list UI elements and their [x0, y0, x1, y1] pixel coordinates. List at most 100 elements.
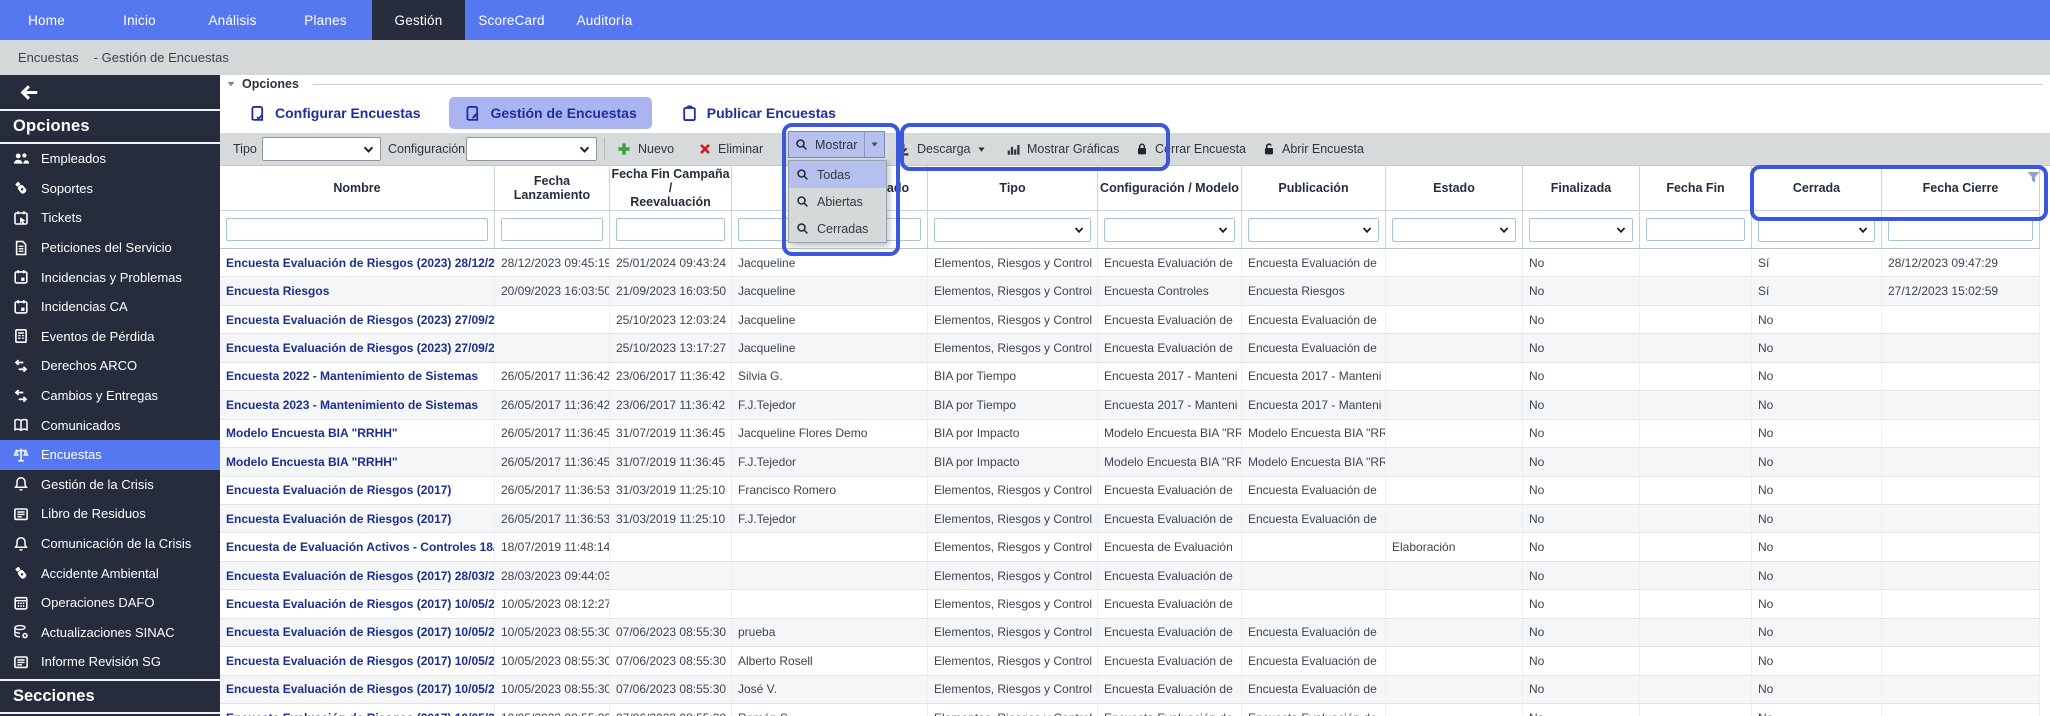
tab-publicar-encuestas[interactable]: Publicar Encuestas [666, 97, 851, 129]
nav-tab-inicio[interactable]: Inicio [93, 0, 186, 40]
collapse-triangle-icon[interactable] [226, 79, 236, 89]
table-row[interactable]: Encuesta Evaluación de Riesgos (2017) 10… [220, 676, 2040, 704]
column-header-cerrada[interactable]: Cerrada [1752, 166, 1882, 211]
filter-select-cerrada[interactable] [1758, 218, 1875, 242]
cerrar-encuesta-button[interactable]: Cerrar Encuesta [1135, 133, 1246, 165]
filter-input-fecha-fin-campana-reevaluacion[interactable] [616, 218, 725, 241]
nav-tab-auditoria[interactable]: Auditoría [558, 0, 651, 40]
mostrar-graficas-button[interactable]: Mostrar Gráficas [1006, 133, 1119, 165]
sidebar-item-actualizaciones-sinac[interactable]: Actualizaciones SINAC [0, 618, 220, 648]
table-row[interactable]: Encuesta 2023 - Mantenimiento de Sistema… [220, 391, 2040, 419]
sidebar-item-incidencias-y-problemas[interactable]: Incidencias y Problemas [0, 262, 220, 292]
mostrar-dropdown-button[interactable]: Mostrar [788, 131, 885, 158]
table-row[interactable]: Encuesta de Evaluación Activos - Control… [220, 533, 2040, 561]
survey-name-link[interactable]: Modelo Encuesta BIA "RRHH" [220, 448, 495, 475]
nav-tab-analisis[interactable]: Análisis [186, 0, 279, 40]
survey-name-link[interactable]: Encuesta Evaluación de Riesgos (2017) 28… [220, 562, 495, 589]
sidebar-item-eventos-de-perdida[interactable]: Eventos de Pérdida [0, 322, 220, 352]
filter-select-finalizada[interactable] [1529, 218, 1633, 242]
table-row[interactable]: Encuesta Evaluación de Riesgos (2017) 10… [220, 590, 2040, 618]
mostrar-menu-item-abiertas[interactable]: Abiertas [789, 188, 886, 215]
table-row[interactable]: Modelo Encuesta BIA "RRHH"26/05/2017 11:… [220, 420, 2040, 448]
table-row[interactable]: Encuesta Evaluación de Riesgos (2023) 27… [220, 334, 2040, 362]
nav-tab-home[interactable]: Home [0, 0, 93, 40]
sidebar-item-peticiones-del-servicio[interactable]: Peticiones del Servicio [0, 233, 220, 263]
filter-funnel-icon[interactable] [2026, 170, 2041, 185]
sidebar-item-cambios-y-entregas[interactable]: Cambios y Entregas [0, 381, 220, 411]
sidebar-item-accidente-ambiental[interactable]: Accidente Ambiental [0, 558, 220, 588]
mostrar-menu-item-todas[interactable]: Todas [789, 161, 886, 188]
survey-name-link[interactable]: Encuesta Evaluación de Riesgos (2023) 27… [220, 306, 495, 333]
table-row[interactable]: Encuesta Riesgos20/09/2023 16:03:5021/09… [220, 277, 2040, 305]
table-row[interactable]: Encuesta Evaluación de Riesgos (2017) 10… [220, 647, 2040, 675]
column-header-estado[interactable]: Estado [1386, 166, 1523, 211]
sidebar-item-libro-de-residuos[interactable]: Libro de Residuos [0, 499, 220, 529]
column-header-finalizada[interactable]: Finalizada [1523, 166, 1640, 211]
survey-name-link[interactable]: Encuesta Evaluación de Riesgos (2017) 10… [220, 619, 495, 646]
filter-input-fecha-fin[interactable] [1646, 218, 1745, 241]
sidebar-item-gestion-de-la-crisis[interactable]: Gestión de la Crisis [0, 470, 220, 500]
table-row[interactable]: Encuesta Evaluación de Riesgos (2017) 10… [220, 619, 2040, 647]
nav-tab-gestion[interactable]: Gestión [372, 0, 465, 40]
filter-select-configuracion-modelo[interactable] [1104, 218, 1235, 242]
sidebar-item-derechos-arco[interactable]: Derechos ARCO [0, 351, 220, 381]
table-row[interactable]: Encuesta Evaluación de Riesgos (2017)26/… [220, 477, 2040, 505]
nuevo-button[interactable]: Nuevo [616, 133, 674, 165]
table-row[interactable]: Encuesta Evaluación de Riesgos (2023) 28… [220, 249, 2040, 277]
tipo-select[interactable] [262, 137, 381, 161]
nav-tab-planes[interactable]: Planes [279, 0, 372, 40]
column-header-fecha-fin[interactable]: Fecha Fin [1640, 166, 1752, 211]
survey-name-link[interactable]: Encuesta 2022 - Mantenimiento de Sistema… [220, 363, 495, 390]
table-row[interactable]: Encuesta Evaluación de Riesgos (2023) 27… [220, 306, 2040, 334]
survey-name-link[interactable]: Modelo Encuesta BIA "RRHH" [220, 420, 495, 447]
sidebar-item-encuestas[interactable]: Encuestas [0, 440, 220, 470]
filter-input-nombre[interactable] [226, 218, 488, 241]
cell-estado [1386, 420, 1523, 447]
sidebar-item-comunicados[interactable]: Comunicados [0, 410, 220, 440]
filter-input-fecha-cierre[interactable] [1888, 218, 2033, 241]
abrir-encuesta-button[interactable]: Abrir Encuesta [1262, 133, 1364, 165]
survey-name-link[interactable]: Encuesta Evaluación de Riesgos (2017) 10… [220, 647, 495, 674]
sidebar-item-tickets[interactable]: Tickets [0, 203, 220, 233]
survey-name-link[interactable]: Encuesta 2023 - Mantenimiento de Sistema… [220, 391, 495, 418]
survey-name-link[interactable]: Encuesta Evaluación de Riesgos (2017) 10… [220, 704, 495, 716]
sidebar-item-informe-revision-sg[interactable]: Informe Revisión SG [0, 647, 220, 677]
filter-input-fecha-lanzamiento[interactable] [501, 218, 603, 241]
column-header-configuracion-modelo[interactable]: Configuración / Modelo [1098, 166, 1242, 211]
sidebar-item-empleados[interactable]: Empleados [0, 144, 220, 174]
survey-name-link[interactable]: Encuesta Riesgos [220, 277, 495, 304]
table-row[interactable]: Encuesta Evaluación de Riesgos (2017)26/… [220, 505, 2040, 533]
sidebar-item-incidencias-ca[interactable]: Incidencias CA [0, 292, 220, 322]
table-row[interactable]: Encuesta Evaluación de Riesgos (2017) 28… [220, 562, 2040, 590]
column-header-fecha-fin-campana-reevaluacion[interactable]: Fecha Fin Campaña / Reevaluación [610, 166, 732, 211]
tab-configurar-encuestas[interactable]: Configurar Encuestas [234, 97, 435, 129]
table-row[interactable]: Encuesta Evaluación de Riesgos (2017) 10… [220, 704, 2040, 716]
filter-select-publicacion[interactable] [1248, 218, 1379, 242]
column-header-tipo[interactable]: Tipo [928, 166, 1098, 211]
survey-name-link[interactable]: Encuesta Evaluación de Riesgos (2017) [220, 505, 495, 532]
column-header-fecha-lanzamiento[interactable]: Fecha Lanzamiento [495, 166, 610, 211]
survey-name-link[interactable]: Encuesta de Evaluación Activos - Control… [220, 533, 495, 560]
survey-name-link[interactable]: Encuesta Evaluación de Riesgos (2023) 27… [220, 334, 495, 361]
nav-tab-scorecard[interactable]: ScoreCard [465, 0, 558, 40]
survey-name-link[interactable]: Encuesta Evaluación de Riesgos (2017) 10… [220, 590, 495, 617]
sidebar-collapse-button[interactable] [0, 75, 220, 111]
sidebar-item-soportes[interactable]: Soportes [0, 174, 220, 204]
sidebar-item-operaciones-dafo[interactable]: Operaciones DAFO [0, 588, 220, 618]
configuracion-select[interactable] [466, 137, 597, 161]
table-row[interactable]: Encuesta 2022 - Mantenimiento de Sistema… [220, 363, 2040, 391]
column-header-publicacion[interactable]: Publicación [1242, 166, 1386, 211]
survey-name-link[interactable]: Encuesta Evaluación de Riesgos (2017) [220, 477, 495, 504]
column-header-nombre[interactable]: Nombre [220, 166, 495, 211]
survey-name-link[interactable]: Encuesta Evaluación de Riesgos (2023) 28… [220, 249, 495, 276]
table-row[interactable]: Modelo Encuesta BIA "RRHH"26/05/2017 11:… [220, 448, 2040, 476]
filter-select-tipo[interactable] [934, 218, 1091, 242]
mostrar-menu-item-cerradas[interactable]: Cerradas [789, 215, 886, 242]
descarga-button[interactable]: Descarga [896, 133, 986, 165]
eliminar-button[interactable]: Eliminar [698, 133, 763, 165]
survey-name-link[interactable]: Encuesta Evaluación de Riesgos (2017) 10… [220, 676, 495, 703]
column-header-fecha-cierre[interactable]: Fecha Cierre [1882, 166, 2040, 211]
sidebar-item-comunicacion-de-la-crisis[interactable]: Comunicación de la Crisis [0, 529, 220, 559]
filter-select-estado[interactable] [1392, 218, 1516, 242]
tab-gestion-de-encuestas[interactable]: Gestión de Encuestas [449, 97, 651, 129]
